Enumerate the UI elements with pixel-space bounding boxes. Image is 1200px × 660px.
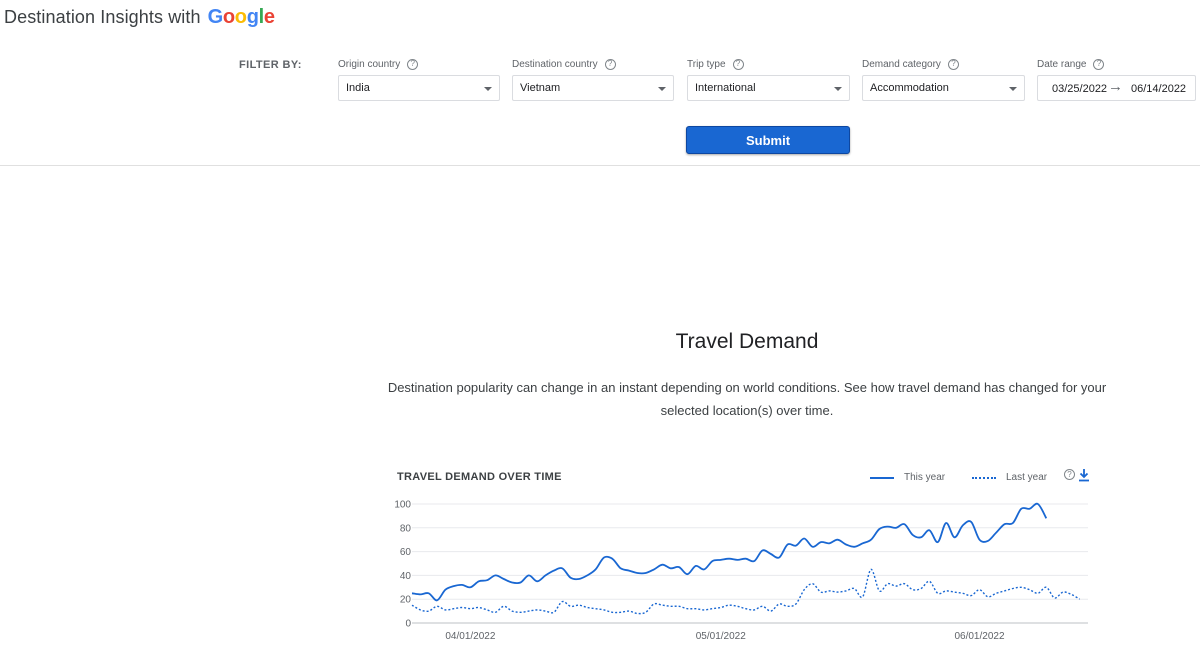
legend-label: This year bbox=[904, 472, 946, 483]
chevron-down-icon bbox=[1009, 87, 1017, 91]
travel-demand-chart: 0 20 40 60 80 100 04/01/2022 05/01/2022 06/01/20… bbox=[394, 500, 1088, 642]
y-tick-label: 0 bbox=[405, 619, 411, 630]
google-logo-letter: o bbox=[234, 6, 247, 28]
series-line-last-year bbox=[411, 568, 1081, 615]
date-range-label: Date range bbox=[1037, 58, 1087, 70]
arrow-right-icon: → bbox=[1108, 78, 1123, 95]
demand-category-select[interactable]: Accommodation bbox=[862, 75, 1025, 101]
google-logo-letter: e bbox=[263, 6, 275, 28]
trip-type-label: Trip type bbox=[687, 58, 726, 70]
trip-type-value: International bbox=[695, 82, 756, 94]
app-title-text: Destination Insights with bbox=[4, 7, 201, 27]
trip-type-filter: Trip type ? International bbox=[687, 58, 850, 101]
chart-help-icon[interactable]: ? bbox=[1064, 469, 1075, 480]
help-icon[interactable]: ? bbox=[407, 58, 419, 70]
y-tick-label: 100 bbox=[394, 500, 411, 511]
legend-last-year[interactable]: Last year bbox=[972, 472, 1047, 483]
google-logo-letter: g bbox=[246, 6, 259, 28]
x-tick-label: 04/01/2022 bbox=[445, 631, 495, 642]
date-range-filter: Date range ? 03/25/2022 → 06/14/2022 bbox=[1037, 58, 1196, 101]
x-tick-label: 06/01/2022 bbox=[954, 631, 1004, 642]
origin-country-value: India bbox=[346, 82, 370, 94]
date-range-picker[interactable]: 03/25/2022 → 06/14/2022 bbox=[1037, 75, 1196, 101]
divider bbox=[0, 165, 1200, 166]
section-description: Destination popularity can change in an … bbox=[387, 380, 1107, 418]
demand-category-label: Demand category bbox=[862, 58, 941, 70]
x-tick-label: 05/01/2022 bbox=[696, 631, 746, 642]
destination-country-filter: Destination country ? Vietnam bbox=[512, 58, 674, 101]
destination-country-value: Vietnam bbox=[520, 82, 561, 94]
section-title: Travel Demand bbox=[675, 330, 819, 353]
origin-country-label: Origin country bbox=[338, 58, 401, 70]
y-tick-label: 20 bbox=[400, 595, 412, 606]
destination-country-select[interactable]: Vietnam bbox=[512, 75, 674, 101]
google-logo-letter: G bbox=[207, 6, 224, 28]
y-tick-label: 40 bbox=[400, 571, 412, 582]
demand-category-value: Accommodation bbox=[870, 82, 949, 94]
chevron-down-icon bbox=[484, 87, 492, 91]
submit-button[interactable]: Submit bbox=[686, 126, 850, 154]
demand-category-filter: Demand category ? Accommodation bbox=[862, 58, 1025, 101]
help-icon[interactable]: ? bbox=[947, 58, 959, 70]
origin-country-filter: Origin country ? India bbox=[338, 58, 500, 101]
chevron-down-icon bbox=[658, 87, 666, 91]
legend-dotted-line-icon bbox=[972, 476, 996, 479]
y-tick-label: 80 bbox=[400, 523, 412, 534]
legend-label: Last year bbox=[1006, 472, 1048, 483]
chart-title: TRAVEL DEMAND OVER TIME bbox=[397, 471, 562, 483]
help-icon[interactable]: ? bbox=[732, 58, 744, 70]
legend-this-year[interactable]: This year bbox=[870, 472, 945, 483]
legend-solid-line-icon bbox=[870, 476, 894, 479]
help-icon[interactable]: ? bbox=[604, 58, 616, 70]
trip-type-select[interactable]: International bbox=[687, 75, 850, 101]
chevron-down-icon bbox=[834, 87, 842, 91]
date-start-input[interactable]: 03/25/2022 bbox=[1052, 83, 1107, 95]
google-logo: Google bbox=[208, 6, 275, 29]
download-icon[interactable] bbox=[1078, 468, 1090, 482]
google-logo-letter: o bbox=[222, 6, 235, 28]
app-title: Destination Insights with Google bbox=[4, 6, 275, 29]
origin-country-select[interactable]: India bbox=[338, 75, 500, 101]
date-end-input[interactable]: 06/14/2022 bbox=[1131, 83, 1186, 95]
filter-by-label: FILTER BY: bbox=[239, 59, 302, 71]
destination-country-label: Destination country bbox=[512, 58, 598, 70]
y-tick-label: 60 bbox=[400, 547, 412, 558]
help-icon[interactable]: ? bbox=[1093, 58, 1105, 70]
